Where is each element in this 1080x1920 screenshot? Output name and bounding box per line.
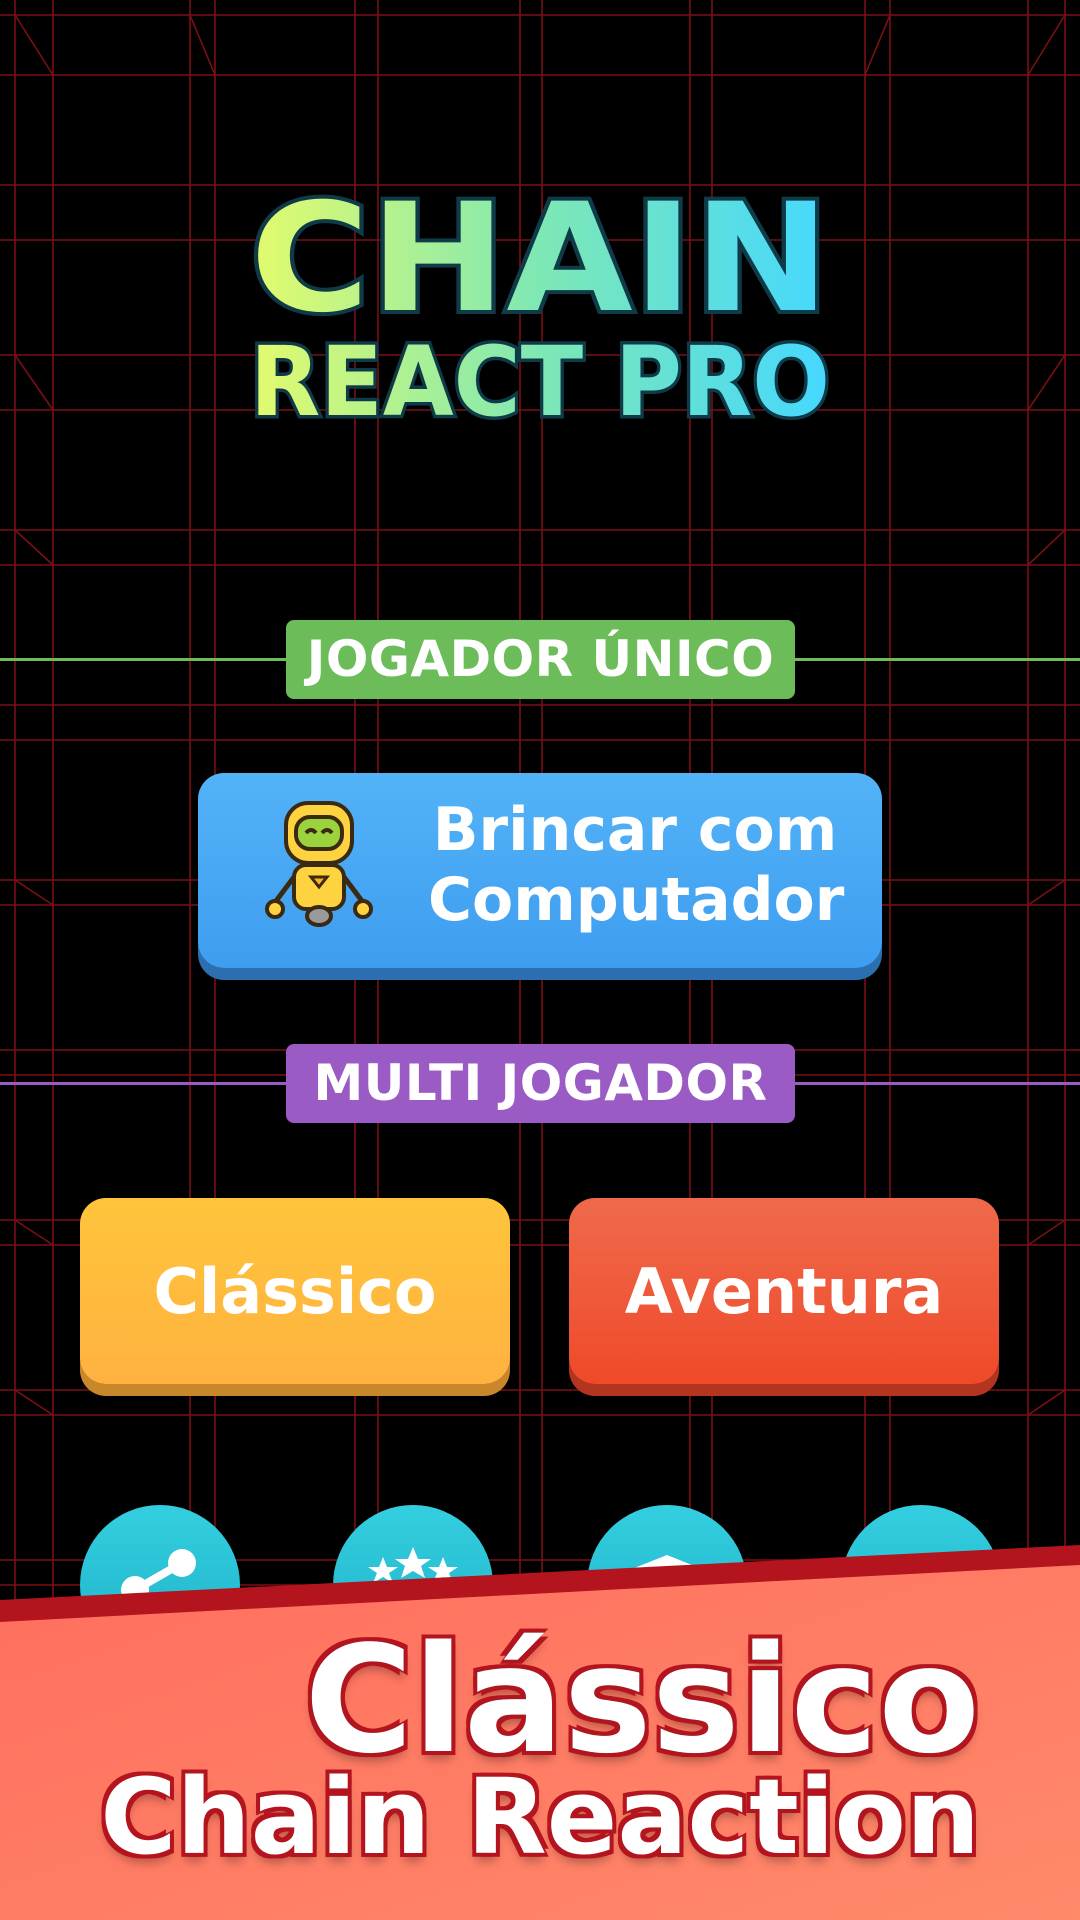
logo-line1: CHAIN xyxy=(250,180,830,346)
multi-player-heading: MULTI JOGADOR xyxy=(286,1044,795,1123)
banner-title: Clássico xyxy=(304,1614,980,1786)
app-logo: CHAIN REACT PRO xyxy=(246,180,834,440)
computer-button-label-line1: Brincar com xyxy=(432,795,838,865)
classic-mode-button[interactable]: Clássico xyxy=(80,1198,510,1384)
play-with-computer-button[interactable]: Brincar com Computador xyxy=(198,773,882,968)
adventure-mode-button[interactable]: Aventura xyxy=(569,1198,999,1384)
logo-line2: REACT PRO xyxy=(250,326,830,438)
robot-icon xyxy=(265,801,373,927)
computer-button-label-line2: Computador xyxy=(428,865,845,935)
single-player-heading: JOGADOR ÚNICO xyxy=(286,620,795,699)
banner-subtitle: Chain Reaction xyxy=(100,1756,980,1878)
